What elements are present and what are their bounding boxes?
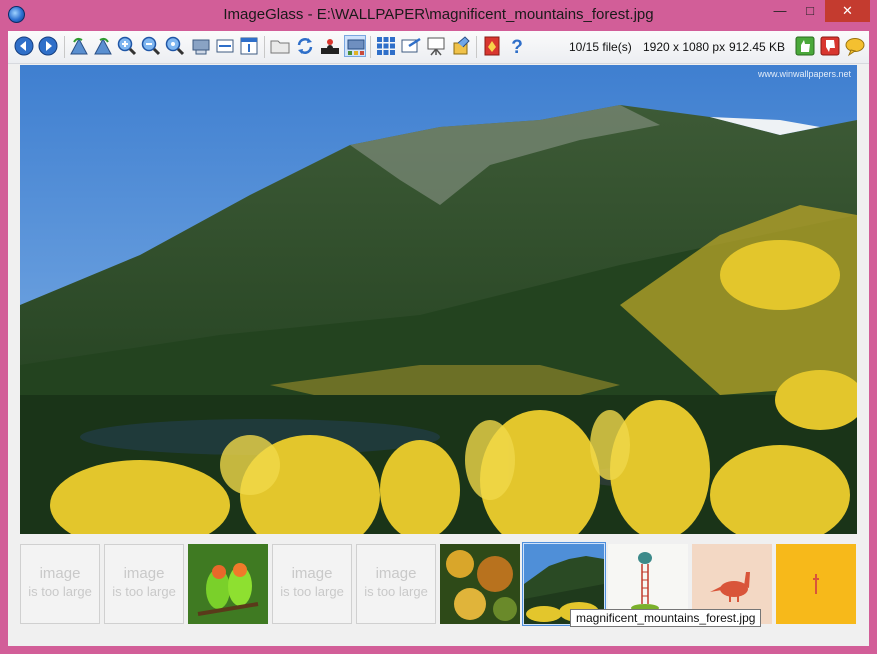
image-dimensions: 1920 x 1080 px: [643, 40, 726, 54]
zoom-out-button[interactable]: [140, 35, 162, 57]
thumbnail-item[interactable]: image is too large: [272, 544, 352, 624]
open-folder-icon: [270, 40, 290, 54]
main-image: www.winwallpapers.net: [20, 65, 857, 534]
lock-zoom-icon: [192, 39, 210, 55]
extension-button[interactable]: [450, 35, 472, 57]
actual-size-button[interactable]: [164, 35, 186, 57]
autumn-leaves-thumbnail: [440, 544, 520, 624]
zoom-in-icon: [117, 36, 137, 56]
file-size: 912.45 KB: [729, 40, 786, 54]
lock-zoom-button[interactable]: [190, 35, 212, 57]
like-button[interactable]: [794, 35, 816, 57]
toolbar-separator: [64, 36, 65, 58]
refresh-button[interactable]: [294, 35, 316, 57]
file-count: 10/15 file(s): [569, 40, 632, 54]
toolbar: ? 10/15 file(s) 1920 x 1080 px 912.45 KB: [8, 31, 869, 64]
rotate-left-button[interactable]: [68, 35, 90, 57]
minimize-button[interactable]: —: [765, 0, 795, 22]
zoom-in-button[interactable]: [116, 35, 138, 57]
goto-image-button[interactable]: [319, 35, 341, 57]
refresh-icon: [297, 38, 313, 54]
scale-height-icon: [240, 37, 258, 55]
app-window: ImageGlass - E:\WALLPAPER\magnificent_mo…: [0, 0, 877, 654]
svg-text:?: ?: [511, 37, 523, 57]
thumbnail-item[interactable]: image is too large: [356, 544, 436, 624]
placeholder-text: image: [123, 565, 165, 582]
settings-icon: [484, 36, 500, 56]
close-button[interactable]: ✕: [825, 0, 870, 22]
forward-icon: [38, 36, 58, 56]
extension-icon: [453, 36, 470, 55]
feedback-icon: [845, 38, 865, 57]
help-button[interactable]: ?: [506, 35, 528, 57]
image-viewer[interactable]: www.winwallpapers.net: [20, 65, 857, 534]
toolbar-separator: [370, 36, 371, 58]
thumbnail-bar-button[interactable]: [344, 35, 366, 57]
rotate-left-icon: [70, 37, 88, 55]
thumbnail-bar-icon: [347, 39, 365, 55]
window-title: ImageGlass - E:\WALLPAPER\magnificent_mo…: [223, 6, 654, 23]
like-icon: [795, 36, 815, 56]
client-area: ? 10/15 file(s) 1920 x 1080 px 912.45 KB: [8, 31, 869, 646]
scale-width-button[interactable]: [214, 35, 236, 57]
placeholder-text: image: [39, 565, 81, 582]
help-icon: ?: [511, 37, 523, 57]
feedback-button[interactable]: [844, 35, 866, 57]
rotate-right-button[interactable]: [92, 35, 114, 57]
filename-tooltip: magnificent_mountains_forest.jpg: [570, 609, 762, 627]
back-button[interactable]: [13, 35, 35, 57]
open-folder-button[interactable]: [269, 35, 291, 57]
thumbnail-item[interactable]: [776, 544, 856, 624]
placeholder-text: is too large: [280, 584, 344, 599]
placeholder-text: image: [291, 565, 333, 582]
rotate-right-icon: [94, 37, 112, 55]
slideshow-button[interactable]: [425, 35, 447, 57]
toolbar-separator: [264, 36, 265, 58]
placeholder-text: is too large: [112, 584, 176, 599]
settings-button[interactable]: [481, 35, 503, 57]
scale-width-icon: [216, 39, 234, 53]
yellow-thumbnail: [776, 544, 856, 624]
parrots-thumbnail: [188, 544, 268, 624]
forward-button[interactable]: [37, 35, 59, 57]
set-wallpaper-icon: [401, 37, 421, 53]
placeholder-text: is too large: [364, 584, 428, 599]
title-bar[interactable]: ImageGlass - E:\WALLPAPER\magnificent_mo…: [0, 0, 877, 30]
dislike-button[interactable]: [819, 35, 841, 57]
set-wallpaper-button[interactable]: [400, 35, 422, 57]
actual-size-icon: [165, 36, 185, 56]
placeholder-text: is too large: [28, 584, 92, 599]
dislike-icon: [820, 36, 840, 56]
zoom-out-icon: [141, 36, 161, 56]
scale-height-button[interactable]: [238, 35, 260, 57]
placeholder-text: image: [375, 565, 417, 582]
checkerboard-icon: [377, 37, 395, 55]
checkerboard-button[interactable]: [375, 35, 397, 57]
thumbnail-item[interactable]: [440, 544, 520, 624]
watermark-text: www.winwallpapers.net: [757, 69, 852, 79]
maximize-button[interactable]: □: [795, 0, 825, 22]
thumbnail-item[interactable]: image is too large: [20, 544, 100, 624]
toolbar-separator: [476, 36, 477, 58]
thumbnail-item[interactable]: [188, 544, 268, 624]
goto-image-icon: [321, 39, 339, 54]
slideshow-icon: [427, 37, 445, 56]
back-icon: [14, 36, 34, 56]
thumbnail-item[interactable]: image is too large: [104, 544, 184, 624]
